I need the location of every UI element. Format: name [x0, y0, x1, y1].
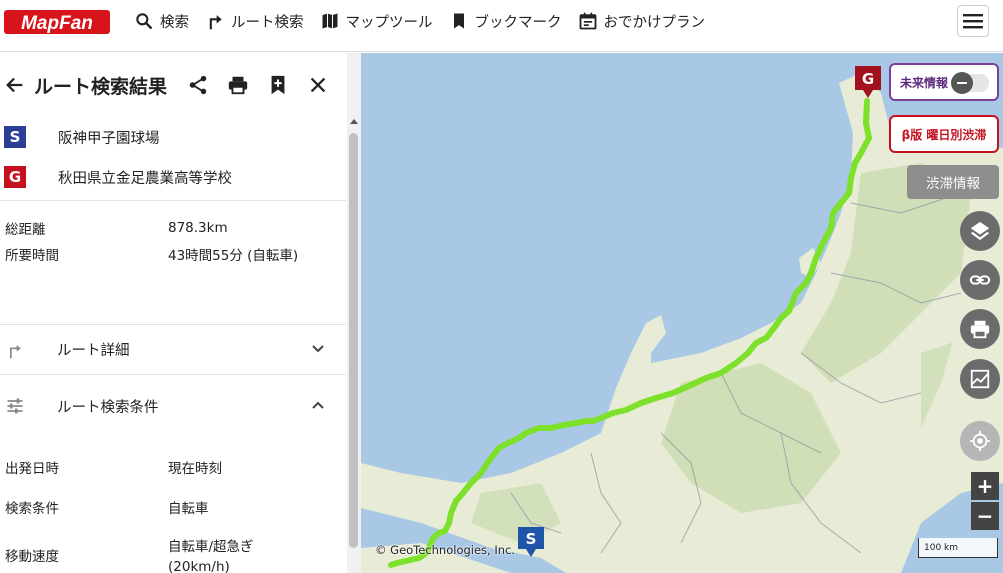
search-icon: [136, 13, 153, 30]
print-icon[interactable]: [227, 74, 249, 96]
current-location-button[interactable]: [960, 421, 1000, 461]
menu-button[interactable]: [957, 5, 989, 37]
route-detail-section[interactable]: ルート詳細: [0, 325, 346, 374]
chevron-up-icon: [312, 401, 324, 409]
nav-label: おでかけプラン: [603, 14, 706, 31]
minus-icon: [951, 72, 973, 94]
goal-marker[interactable]: G: [855, 66, 881, 100]
start-place-name: 阪神甲子園球場: [58, 130, 160, 147]
layers-icon: [970, 221, 990, 241]
chevron-down-icon: [312, 345, 324, 353]
main-nav: 検索 ルート検索 マップツール ブックマーク おでかけプラン: [134, 0, 721, 42]
close-icon[interactable]: [307, 74, 329, 96]
scale-bar: 100 km: [918, 538, 998, 558]
tune-icon: [7, 398, 23, 414]
crosshair-icon: [969, 430, 991, 452]
future-info-toggle[interactable]: 未来情報: [889, 63, 999, 101]
mapfan-logo[interactable]: MapFan: [4, 8, 110, 36]
cond-value: 自転車/超急ぎ (20km/h): [168, 539, 254, 573]
print-icon: [970, 320, 990, 339]
elevation-chart-icon: [970, 369, 990, 389]
total-distance-value: 878.3km: [168, 220, 228, 236]
route-turn-icon: [209, 15, 222, 30]
nav-route-search[interactable]: ルート検索: [205, 11, 304, 32]
weekday-congestion-label: β版 曜日別渋滞: [901, 127, 987, 142]
start-place-row[interactable]: S 阪神甲子園球場: [0, 117, 361, 157]
nav-label: マップツール: [345, 14, 433, 31]
map-icon: [322, 13, 337, 29]
info-key: 所要時間: [5, 248, 59, 264]
route-conditions-section[interactable]: ルート検索条件: [0, 375, 346, 437]
goal-marker-label: G: [862, 70, 874, 88]
section-label: ルート検索条件: [57, 399, 159, 416]
panel-header: ルート検索結果: [0, 53, 361, 117]
link-icon: [969, 275, 991, 285]
travel-time-value: 43時間55分 (自転車): [168, 248, 299, 264]
travel-time-row: 所要時間 43時間55分 (自転車): [0, 241, 361, 267]
share-icon[interactable]: [187, 74, 209, 96]
route-turn-icon: [10, 344, 21, 358]
map-print-button[interactable]: [960, 309, 1000, 349]
search-condition-row: 検索条件 自転車: [0, 497, 361, 537]
back-arrow-icon[interactable]: [4, 74, 26, 96]
scroll-up-arrow-icon[interactable]: [350, 119, 358, 124]
nav-label: ルート検索: [231, 14, 304, 31]
toggle-switch[interactable]: [951, 72, 989, 94]
info-key: 総距離: [5, 222, 46, 238]
layers-button[interactable]: [960, 211, 1000, 251]
scroll-thumb[interactable]: [349, 133, 358, 548]
nav-search[interactable]: 検索: [134, 11, 189, 32]
start-marker[interactable]: S: [518, 527, 544, 559]
logo-text: MapFan: [21, 13, 93, 34]
cond-key: 移動速度: [5, 549, 59, 565]
panel-scrollbar[interactable]: [347, 53, 361, 573]
cond-value: 現在時刻: [168, 461, 222, 477]
top-header: MapFan 検索 ルート検索 マップツール ブックマーク おでかけプラン: [0, 0, 1003, 52]
traffic-info-label: 渋滞情報: [926, 176, 980, 192]
cond-key: 出発日時: [5, 461, 59, 477]
future-info-label: 未来情報: [900, 75, 949, 90]
link-button[interactable]: [960, 260, 1000, 300]
elevation-button[interactable]: [960, 359, 1000, 399]
page-title: ルート検索結果: [34, 75, 168, 98]
speed-row: 移動速度 自転車/超急ぎ (20km/h): [0, 537, 361, 573]
traffic-info-button[interactable]: 渋滞情報: [907, 165, 999, 199]
calendar-icon: [579, 12, 596, 30]
map-copyright: © GeoTechnologies, Inc.: [375, 543, 516, 557]
cond-value: 自転車: [168, 501, 209, 517]
weekday-congestion-button[interactable]: β版 曜日別渋滞: [889, 115, 999, 153]
nav-outing-plan[interactable]: おでかけプラン: [578, 11, 706, 32]
route-result-panel: ルート検索結果 S 阪神甲子園球場 G 秋田県立金足農業高等学校 総距離 878…: [0, 53, 361, 573]
nav-bookmark[interactable]: ブックマーク: [449, 11, 562, 32]
goal-badge: G: [4, 166, 26, 188]
nav-label: 検索: [160, 14, 189, 31]
zoom-out-button[interactable]: −: [971, 502, 999, 530]
bookmark-add-icon[interactable]: [267, 74, 289, 96]
start-badge: S: [4, 126, 26, 148]
total-distance-row: 総距離 878.3km: [0, 215, 361, 241]
nav-map-tools[interactable]: マップツール: [320, 11, 433, 32]
goal-place-row[interactable]: G 秋田県立金足農業高等学校: [0, 157, 361, 197]
map-view[interactable]: G S 未来情報 β版 曜日別渋滞 渋滞情報 + − © GeoTechnolo…: [361, 53, 1003, 573]
cond-key: 検索条件: [5, 501, 59, 517]
hamburger-icon: [963, 14, 983, 29]
goal-place-name: 秋田県立金足農業高等学校: [58, 170, 232, 187]
bookmark-icon: [453, 13, 464, 29]
section-label: ルート詳細: [57, 343, 130, 359]
zoom-in-button[interactable]: +: [971, 472, 999, 500]
nav-label: ブックマーク: [474, 14, 562, 31]
departure-row: 出発日時 現在時刻: [0, 457, 361, 497]
start-marker-label: S: [526, 530, 537, 548]
